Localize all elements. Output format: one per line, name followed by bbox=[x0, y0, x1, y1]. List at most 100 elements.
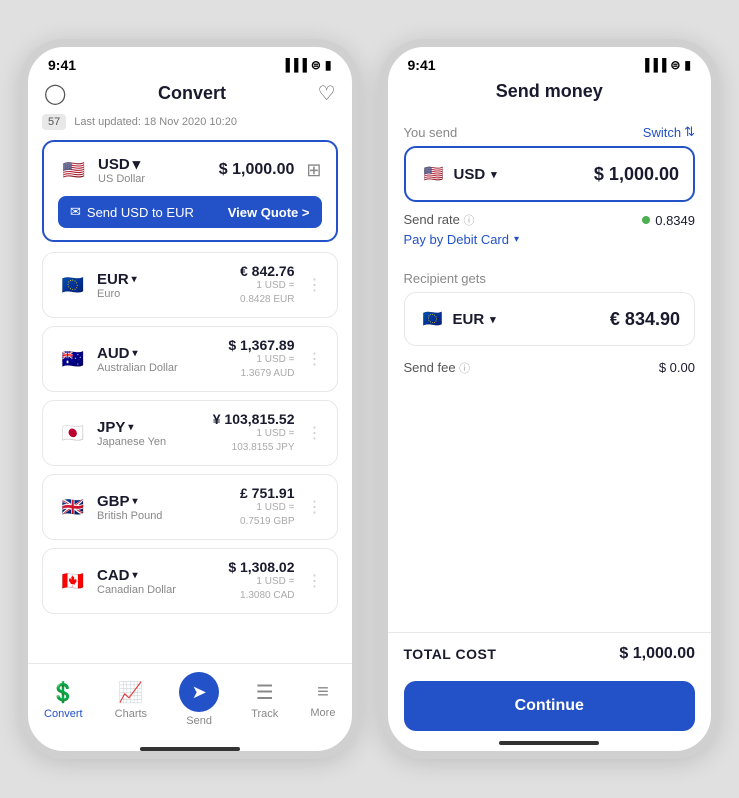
switch-arrows-icon: ⇅ bbox=[684, 124, 695, 140]
aud-more-icon[interactable]: ⋮ bbox=[307, 349, 323, 369]
recipient-amount: € 834.90 bbox=[610, 309, 680, 330]
convert-screen-content: 57 Last updated: 18 Nov 2020 10:20 🇺🇸 US… bbox=[28, 114, 352, 663]
send-bar[interactable]: ✉ Send USD to EUR View Quote > bbox=[58, 196, 322, 228]
total-cost-label: TOTAL COST bbox=[404, 646, 497, 662]
send-amount-display[interactable]: $ 1,000.00 bbox=[594, 164, 679, 185]
cad-amount-area: $ 1,308.02 1 USD =1.3080 CAD ⋮ bbox=[228, 559, 322, 603]
battery-icon-2: ▮ bbox=[684, 58, 691, 72]
recipient-flag-eur: 🇪🇺 bbox=[419, 305, 447, 333]
calculator-icon[interactable]: ⊞ bbox=[306, 160, 321, 181]
jpy-flag: 🇯🇵 bbox=[57, 417, 89, 449]
pay-method-dropdown-icon[interactable]: ▾ bbox=[514, 234, 519, 245]
main-currency-name: US Dollar bbox=[98, 173, 145, 185]
main-amount-area: $ 1,000.00 ⊞ bbox=[219, 160, 322, 181]
send-nav-circle[interactable]: ➤ bbox=[179, 672, 219, 712]
nav-track[interactable]: ☰ Track bbox=[251, 680, 278, 720]
total-cost-amount: $ 1,000.00 bbox=[619, 645, 695, 663]
currency-card-aud[interactable]: 🇦🇺 AUD ▾ Australian Dollar $ 1,367.89 1 … bbox=[42, 326, 338, 392]
more-nav-label: More bbox=[310, 707, 335, 719]
send-fee-info-icon: ⓘ bbox=[459, 363, 470, 375]
gbp-code[interactable]: GBP ▾ bbox=[97, 493, 162, 510]
gbp-more-icon[interactable]: ⋮ bbox=[307, 497, 323, 517]
status-time-2: 9:41 bbox=[408, 57, 436, 73]
cad-code[interactable]: CAD ▾ bbox=[97, 567, 176, 584]
rate-dot bbox=[642, 216, 650, 224]
send-rate-label: Send rate ⓘ bbox=[404, 212, 475, 228]
nav-send[interactable]: ➤ Send bbox=[179, 672, 219, 727]
aud-flag: 🇦🇺 bbox=[57, 343, 89, 375]
currency-card-jpy[interactable]: 🇯🇵 JPY ▾ Japanese Yen ¥ 103,815.52 1 USD… bbox=[42, 400, 338, 466]
main-currency-left: 🇺🇸 USD ▾ US Dollar bbox=[58, 154, 145, 186]
total-cost-section: TOTAL COST $ 1,000.00 bbox=[388, 632, 712, 673]
main-currency-card[interactable]: 🇺🇸 USD ▾ US Dollar $ 1,000.00 ⊞ bbox=[42, 140, 338, 242]
send-fee-value: $ 0.00 bbox=[659, 360, 695, 376]
eur-flag: 🇪🇺 bbox=[57, 269, 89, 301]
send-fee-row: Send fee ⓘ $ 0.00 bbox=[404, 356, 696, 380]
aud-amount: $ 1,367.89 bbox=[228, 337, 294, 353]
jpy-dropdown-icon[interactable]: ▾ bbox=[128, 422, 133, 433]
track-nav-icon: ☰ bbox=[256, 680, 274, 705]
eur-amount-area: € 842.76 1 USD =0.8428 EUR ⋮ bbox=[240, 263, 323, 307]
continue-button[interactable]: Continue bbox=[404, 681, 696, 731]
send-nav-icon: ➤ bbox=[192, 682, 207, 703]
gbp-amount: £ 751.91 bbox=[240, 485, 295, 501]
send-currency-dropdown-icon[interactable]: ▾ bbox=[491, 168, 497, 181]
pay-method-row[interactable]: Pay by Debit Card ▾ bbox=[404, 232, 696, 247]
nav-charts[interactable]: 📈 Charts bbox=[115, 680, 147, 720]
you-send-input-box[interactable]: 🇺🇸 USD ▾ $ 1,000.00 bbox=[404, 146, 696, 202]
send-currency-selector[interactable]: 🇺🇸 USD ▾ bbox=[420, 160, 497, 188]
recipient-currency-selector[interactable]: 🇪🇺 EUR ▾ bbox=[419, 305, 496, 333]
send-rate-info-icon: ⓘ bbox=[464, 215, 475, 227]
aud-rate: 1 USD =1.3679 AUD bbox=[228, 353, 294, 381]
convert-nav-icon: 💲 bbox=[51, 680, 76, 705]
eur-more-icon[interactable]: ⋮ bbox=[307, 275, 323, 295]
currency-card-cad[interactable]: 🇨🇦 CAD ▾ Canadian Dollar $ 1,308.02 1 US… bbox=[42, 548, 338, 614]
signal-icon: ▐▐▐ bbox=[281, 58, 307, 72]
recipient-gets-box[interactable]: 🇪🇺 EUR ▾ € 834.90 bbox=[404, 292, 696, 346]
wifi-icon: ⊜ bbox=[311, 58, 321, 72]
eur-rate: 1 USD =0.8428 EUR bbox=[240, 279, 295, 307]
eur-dropdown-icon[interactable]: ▾ bbox=[132, 274, 137, 285]
you-send-label-row: You send Switch ⇅ bbox=[404, 124, 696, 140]
aud-amount-col: $ 1,367.89 1 USD =1.3679 AUD bbox=[228, 337, 294, 381]
gbp-dropdown-icon[interactable]: ▾ bbox=[133, 496, 138, 507]
view-quote-btn[interactable]: View Quote > bbox=[228, 205, 310, 220]
currency-card-eur[interactable]: 🇪🇺 EUR ▾ Euro € 842.76 1 USD =0.8428 EUR… bbox=[42, 252, 338, 318]
rate-value: 0.8349 bbox=[642, 213, 695, 228]
person-icon[interactable]: ◯ bbox=[44, 81, 66, 106]
send-screen-content: You send Switch ⇅ 🇺🇸 USD ▾ $ 1,000.00 Se… bbox=[388, 110, 712, 632]
gbp-amount-area: £ 751.91 1 USD =0.7519 GBP ⋮ bbox=[240, 485, 323, 529]
send-rate-row: Send rate ⓘ 0.8349 bbox=[404, 212, 696, 228]
recipient-gets-label: Recipient gets bbox=[404, 271, 696, 286]
currency-card-gbp[interactable]: 🇬🇧 GBP ▾ British Pound £ 751.91 1 USD =0… bbox=[42, 474, 338, 540]
bell-icon[interactable]: ♡ bbox=[318, 81, 336, 106]
aud-code[interactable]: AUD ▾ bbox=[97, 345, 178, 362]
cad-dropdown-icon[interactable]: ▾ bbox=[133, 570, 138, 581]
recipient-currency-dropdown-icon[interactable]: ▾ bbox=[490, 313, 496, 326]
rate-number: 0.8349 bbox=[655, 213, 695, 228]
nav-convert[interactable]: 💲 Convert bbox=[44, 680, 83, 720]
jpy-code[interactable]: JPY ▾ bbox=[97, 419, 166, 436]
currency-left-cad: 🇨🇦 CAD ▾ Canadian Dollar bbox=[57, 565, 176, 597]
switch-btn[interactable]: Switch ⇅ bbox=[643, 124, 695, 140]
gbp-flag: 🇬🇧 bbox=[57, 491, 89, 523]
main-dropdown-icon[interactable]: ▾ bbox=[133, 155, 141, 173]
aud-info: AUD ▾ Australian Dollar bbox=[97, 345, 178, 374]
send-bar-left: ✉ Send USD to EUR bbox=[70, 204, 194, 220]
nav-more[interactable]: ≡ More bbox=[310, 681, 335, 719]
currency-list: 🇪🇺 EUR ▾ Euro € 842.76 1 USD =0.8428 EUR… bbox=[42, 252, 338, 614]
send-icon-small: ✉ bbox=[70, 204, 81, 220]
you-send-label: You send bbox=[404, 125, 458, 140]
send-bar-label: Send USD to EUR bbox=[87, 205, 194, 220]
jpy-more-icon[interactable]: ⋮ bbox=[307, 423, 323, 443]
cad-info: CAD ▾ Canadian Dollar bbox=[97, 567, 176, 596]
eur-code[interactable]: EUR ▾ bbox=[97, 271, 137, 288]
gbp-rate: 1 USD =0.7519 GBP bbox=[240, 501, 295, 529]
eur-name: Euro bbox=[97, 288, 137, 300]
cad-more-icon[interactable]: ⋮ bbox=[307, 571, 323, 591]
jpy-info: JPY ▾ Japanese Yen bbox=[97, 419, 166, 448]
cad-rate: 1 USD =1.3080 CAD bbox=[228, 575, 294, 603]
bottom-nav-convert: 💲 Convert 📈 Charts ➤ Send ☰ Track ≡ More bbox=[28, 663, 352, 743]
aud-dropdown-icon[interactable]: ▾ bbox=[133, 348, 138, 359]
main-currency-code[interactable]: USD ▾ bbox=[98, 155, 145, 173]
